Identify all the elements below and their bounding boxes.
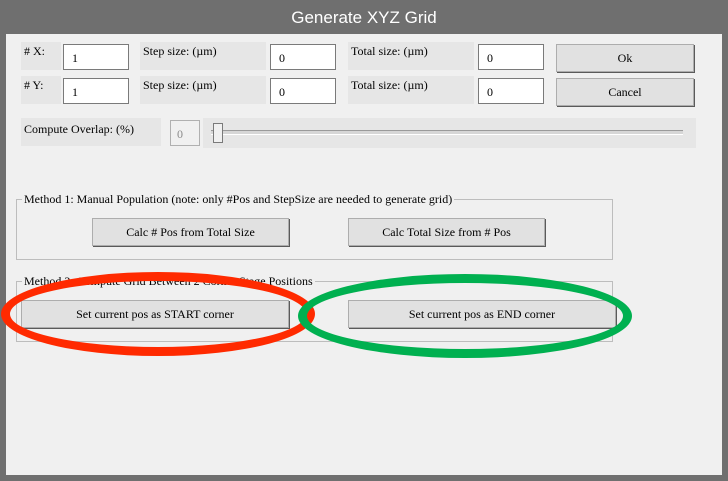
window-title: Generate XYZ Grid — [0, 0, 728, 34]
y-step-size-input[interactable]: 0 — [270, 78, 336, 104]
compute-overlap-label: Compute Overlap: (%) — [21, 118, 161, 146]
overlap-value-input[interactable]: 0 — [170, 120, 200, 146]
method1-legend: Method 1: Manual Population (note: only … — [22, 192, 455, 207]
slider-thumb[interactable] — [213, 123, 223, 143]
end-highlight-ellipse — [298, 274, 632, 358]
overlap-slider[interactable] — [203, 118, 696, 148]
slider-track — [211, 130, 683, 135]
x-step-size-input[interactable]: 0 — [270, 44, 336, 70]
x-count-label: # X: — [21, 42, 61, 70]
calc-pos-from-total-button[interactable]: Calc # Pos from Total Size — [92, 218, 289, 246]
ok-button[interactable]: Ok — [556, 44, 694, 72]
y-total-size-input[interactable]: 0 — [478, 78, 544, 104]
calc-total-from-pos-button[interactable]: Calc Total Size from # Pos — [348, 218, 545, 246]
y-count-label: # Y: — [21, 76, 61, 104]
cancel-button[interactable]: Cancel — [556, 78, 694, 106]
x-total-size-input[interactable]: 0 — [478, 44, 544, 70]
x-total-size-label: Total size: (µm) — [348, 42, 474, 70]
y-count-input[interactable]: 1 — [63, 78, 129, 104]
x-count-input[interactable]: 1 — [63, 44, 129, 70]
y-total-size-label: Total size: (µm) — [348, 76, 474, 104]
dialog-client-area: # X: 1 Step size: (µm) 0 Total size: (µm… — [6, 34, 722, 475]
y-step-size-label: Step size: (µm) — [140, 76, 266, 104]
start-highlight-ellipse — [1, 272, 315, 356]
dialog-window: Generate XYZ Grid # X: 1 Step size: (µm)… — [0, 0, 728, 481]
x-step-size-label: Step size: (µm) — [140, 42, 266, 70]
